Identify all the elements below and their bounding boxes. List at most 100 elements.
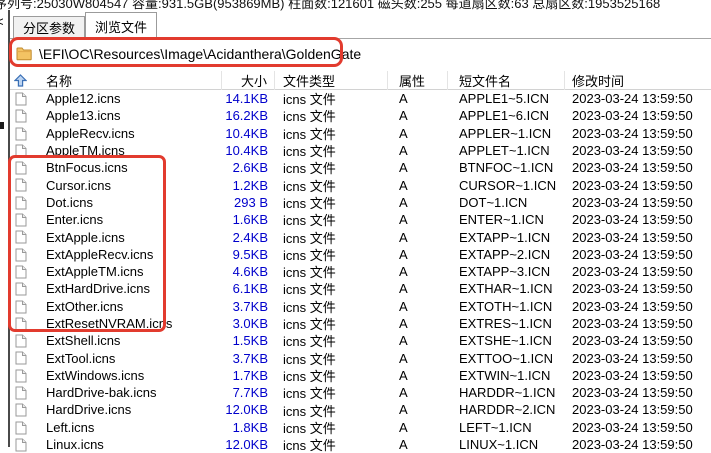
file-type-cell: icns 文件 xyxy=(275,246,388,263)
file-attributes-cell: A xyxy=(388,280,448,297)
path-bar[interactable]: \EFI\OC\Resources\Image\Acidanthera\Gold… xyxy=(10,40,711,67)
modified-time-cell: 2023-03-24 13:59:50 xyxy=(565,315,711,332)
file-icon xyxy=(15,109,27,124)
short-file-name-cell: APPLET~1.ICN xyxy=(448,142,565,159)
file-size-cell: 10.4KB xyxy=(222,142,275,159)
file-type-cell: icns 文件 xyxy=(275,436,388,453)
modified-time-cell: 2023-03-24 13:59:50 xyxy=(565,107,711,124)
table-row[interactable]: Left.icns 1.8KB icns 文件 A LEFT~1.ICN 202… xyxy=(10,419,711,436)
column-label: 名称 xyxy=(46,71,72,90)
table-row[interactable]: Apple13.icns 16.2KB icns 文件 A APPLE1~6.I… xyxy=(10,107,711,124)
tree-item-fragment xyxy=(0,122,4,129)
file-size-cell: 14.1KB xyxy=(222,90,275,107)
file-type-cell: icns 文件 xyxy=(275,298,388,315)
file-attributes-cell: A xyxy=(388,419,448,436)
table-row[interactable]: ExtApple.icns 2.4KB icns 文件 A EXTAPP~1.I… xyxy=(10,228,711,245)
file-size-cell: 1.2KB xyxy=(222,176,275,193)
file-icon xyxy=(15,161,27,176)
short-file-name-cell: EXTSHE~1.ICN xyxy=(448,332,565,349)
file-name-cell: ExtTool.icns xyxy=(10,349,222,366)
modified-time-cell: 2023-03-24 13:59:50 xyxy=(565,142,711,159)
file-type-cell: icns 文件 xyxy=(275,211,388,228)
file-name-cell: ExtOther.icns xyxy=(10,298,222,315)
file-name-cell: ExtHardDrive.icns xyxy=(10,280,222,297)
file-size-cell: 1.7KB xyxy=(222,367,275,384)
column-header-modified-time[interactable]: 修改时间 xyxy=(565,71,711,90)
file-type-cell: icns 文件 xyxy=(275,315,388,332)
file-icon xyxy=(15,421,27,436)
file-icon xyxy=(15,300,27,315)
file-attributes-cell: A xyxy=(388,107,448,124)
file-list: Apple12.icns 14.1KB icns 文件 A APPLE1~5.I… xyxy=(10,90,711,453)
modified-time-cell: 2023-03-24 13:59:50 xyxy=(565,176,711,193)
file-type-cell: icns 文件 xyxy=(275,159,388,176)
file-icon xyxy=(15,92,27,107)
file-name-cell: ExtResetNVRAM.icns xyxy=(10,315,222,332)
file-icon xyxy=(15,334,27,349)
file-size-cell: 1.5KB xyxy=(222,332,275,349)
file-size-cell: 2.4KB xyxy=(222,228,275,245)
short-file-name-cell: EXTWIN~1.ICN xyxy=(448,367,565,384)
short-file-name-cell: DOT~1.ICN xyxy=(448,194,565,211)
file-attributes-cell: A xyxy=(388,246,448,263)
table-row[interactable]: Dot.icns 293 B icns 文件 A DOT~1.ICN 2023-… xyxy=(10,194,711,211)
table-row[interactable]: ExtAppleRecv.icns 9.5KB icns 文件 A EXTAPP… xyxy=(10,246,711,263)
file-type-cell: icns 文件 xyxy=(275,176,388,193)
file-attributes-cell: A xyxy=(388,159,448,176)
file-name-cell: ExtAppleTM.icns xyxy=(10,263,222,280)
file-type-cell: icns 文件 xyxy=(275,125,388,142)
column-label: 修改时间 xyxy=(572,71,624,90)
file-icon xyxy=(15,248,27,263)
table-row[interactable]: ExtTool.icns 3.7KB icns 文件 A EXTTOO~1.IC… xyxy=(10,349,711,366)
table-row[interactable]: Linux.icns 12.0KB icns 文件 A LINUX~1.ICN … xyxy=(10,436,711,453)
table-row[interactable]: AppleTM.icns 10.4KB icns 文件 A APPLET~1.I… xyxy=(10,142,711,159)
modified-time-cell: 2023-03-24 13:59:50 xyxy=(565,263,711,280)
column-header-size[interactable]: 大小 xyxy=(222,71,275,90)
current-path: \EFI\OC\Resources\Image\Acidanthera\Gold… xyxy=(39,46,361,62)
file-type-cell: icns 文件 xyxy=(275,90,388,107)
tab-partition-params[interactable]: 分区参数 xyxy=(13,16,85,39)
table-row[interactable]: ExtResetNVRAM.icns 3.0KB icns 文件 A EXTRE… xyxy=(10,315,711,332)
file-attributes-cell: A xyxy=(388,332,448,349)
file-size-cell: 12.0KB xyxy=(222,436,275,453)
column-header-short-name[interactable]: 短文件名 xyxy=(448,71,565,90)
short-file-name-cell: APPLE1~5.ICN xyxy=(448,90,565,107)
table-row[interactable]: ExtWindows.icns 1.7KB icns 文件 A EXTWIN~1… xyxy=(10,367,711,384)
table-header: 名称 大小 文件类型 属性 短文件名 修改时间 xyxy=(10,71,711,90)
table-row[interactable]: AppleRecv.icns 10.4KB icns 文件 A APPLER~1… xyxy=(10,125,711,142)
file-attributes-cell: A xyxy=(388,349,448,366)
table-row[interactable]: Enter.icns 1.6KB icns 文件 A ENTER~1.ICN 2… xyxy=(10,211,711,228)
table-row[interactable]: Apple12.icns 14.1KB icns 文件 A APPLE1~5.I… xyxy=(10,90,711,107)
column-header-type[interactable]: 文件类型 xyxy=(275,71,388,90)
file-name-cell: AppleRecv.icns xyxy=(10,125,222,142)
table-row[interactable]: HardDrive.icns 12.0KB icns 文件 A HARDDR~2… xyxy=(10,401,711,418)
file-name-cell: HardDrive.icns xyxy=(10,401,222,418)
table-row[interactable]: ExtShell.icns 1.5KB icns 文件 A EXTSHE~1.I… xyxy=(10,332,711,349)
file-icon xyxy=(15,144,27,159)
file-type-cell: icns 文件 xyxy=(275,142,388,159)
table-row[interactable]: HardDrive-bak.icns 7.7KB icns 文件 A HARDD… xyxy=(10,384,711,401)
table-row[interactable]: BtnFocus.icns 2.6KB icns 文件 A BTNFOC~1.I… xyxy=(10,159,711,176)
table-row[interactable]: ExtAppleTM.icns 4.6KB icns 文件 A EXTAPP~3… xyxy=(10,263,711,280)
file-size-cell: 1.6KB xyxy=(222,211,275,228)
table-row[interactable]: ExtOther.icns 3.7KB icns 文件 A EXTOTH~1.I… xyxy=(10,298,711,315)
file-type-cell: icns 文件 xyxy=(275,332,388,349)
column-header-attributes[interactable]: 属性 xyxy=(388,71,448,90)
table-row[interactable]: Cursor.icns 1.2KB icns 文件 A CURSOR~1.ICN… xyxy=(10,176,711,193)
short-file-name-cell: ENTER~1.ICN xyxy=(448,211,565,228)
table-row[interactable]: ExtHardDrive.icns 6.1KB icns 文件 A EXTHAR… xyxy=(10,280,711,297)
column-header-name[interactable]: 名称 xyxy=(10,71,222,90)
modified-time-cell: 2023-03-24 13:59:50 xyxy=(565,332,711,349)
file-name-cell: Cursor.icns xyxy=(10,176,222,193)
file-type-cell: icns 文件 xyxy=(275,384,388,401)
file-attributes-cell: A xyxy=(388,298,448,315)
file-type-cell: icns 文件 xyxy=(275,280,388,297)
file-size-cell: 2.6KB xyxy=(222,159,275,176)
short-file-name-cell: APPLER~1.ICN xyxy=(448,125,565,142)
file-size-cell: 293 B xyxy=(222,194,275,211)
file-icon xyxy=(15,282,27,297)
file-name-cell: ExtShell.icns xyxy=(10,332,222,349)
tab-browse-files[interactable]: 浏览文件 xyxy=(85,12,157,39)
file-name-cell: ExtWindows.icns xyxy=(10,367,222,384)
sort-ascending-arrow-icon xyxy=(14,74,27,90)
